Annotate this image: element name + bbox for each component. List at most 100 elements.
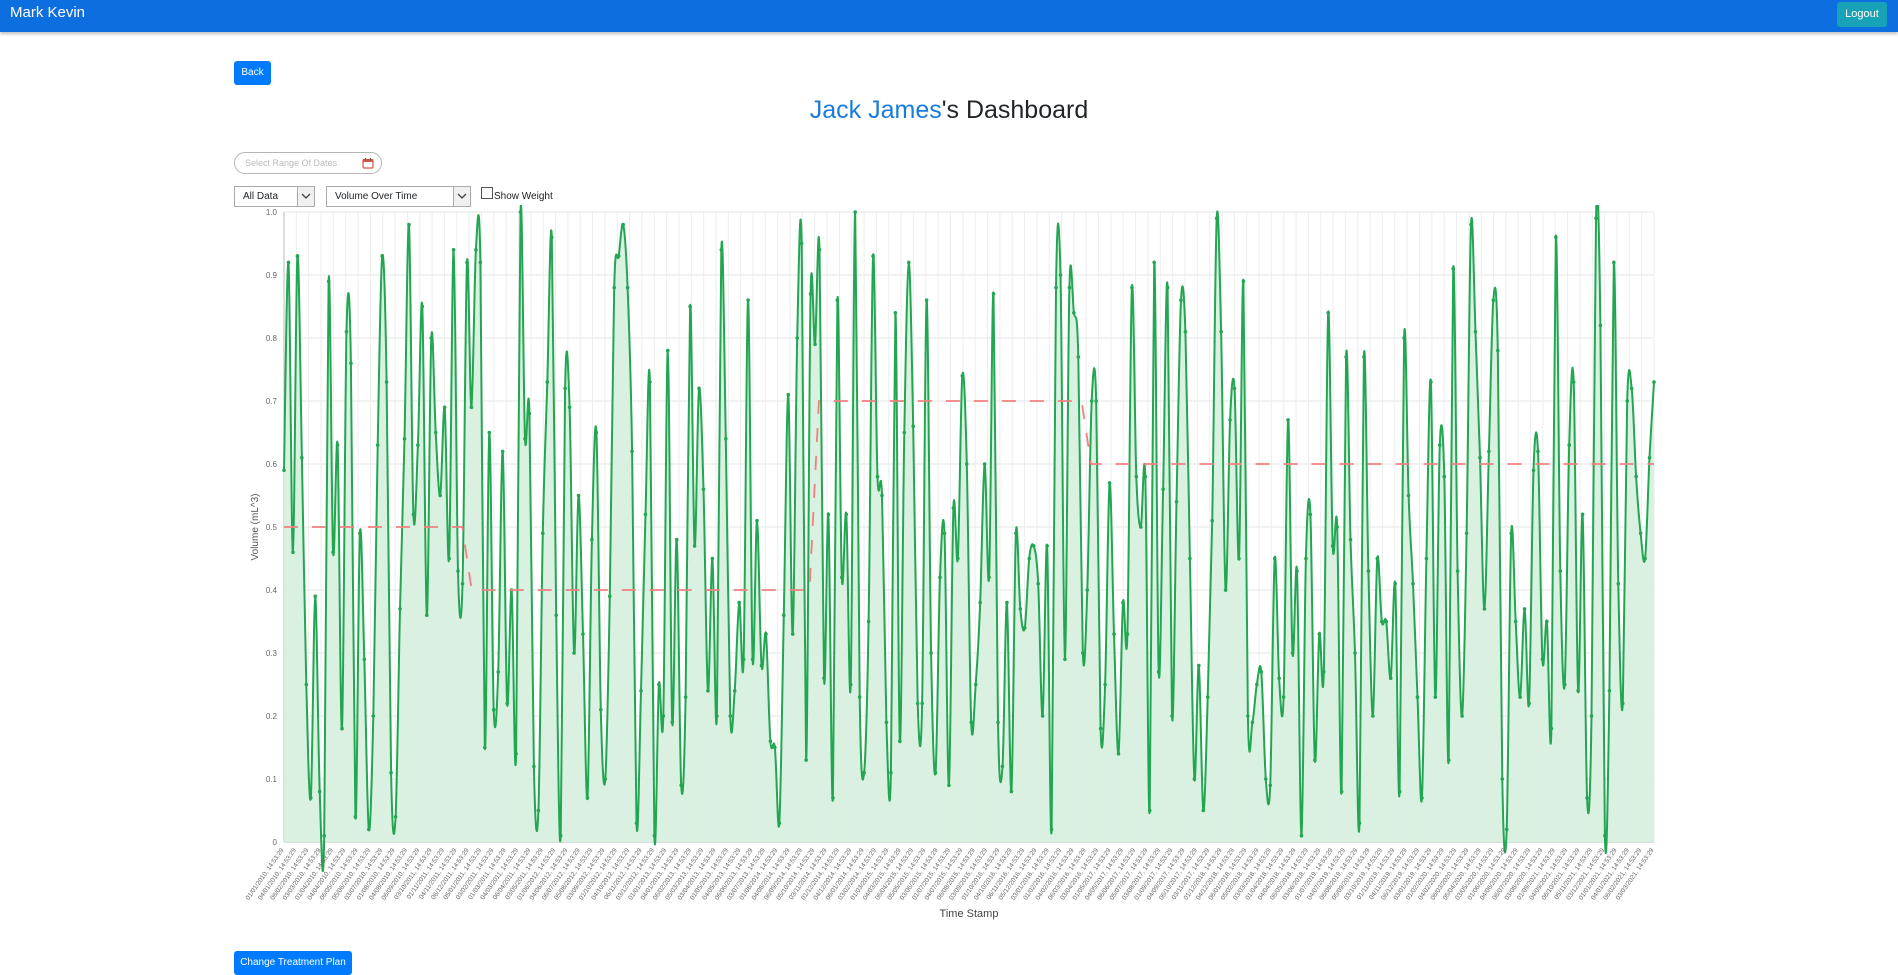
data-point xyxy=(1607,689,1612,693)
data-point xyxy=(291,550,295,554)
data-point xyxy=(1201,808,1206,813)
data-point xyxy=(1085,588,1090,592)
data-point xyxy=(648,380,652,384)
calendar-icon[interactable] xyxy=(362,157,374,169)
data-point xyxy=(777,821,782,825)
show-weight-checkbox[interactable] xyxy=(481,187,493,199)
data-point xyxy=(759,663,764,668)
data-point xyxy=(906,260,911,265)
data-point xyxy=(1313,758,1317,762)
data-point xyxy=(1223,588,1228,592)
data-point xyxy=(505,701,509,706)
data-point xyxy=(447,556,451,561)
date-range-picker[interactable] xyxy=(234,152,382,174)
chevron-down-icon[interactable] xyxy=(453,187,470,206)
data-point xyxy=(1509,531,1513,536)
data-point xyxy=(960,374,965,378)
data-point xyxy=(969,720,974,725)
data-point xyxy=(679,783,683,788)
data-point xyxy=(639,689,643,693)
y-axis: 0 0.1 0.2 0.3 0.4 0.5 0.6 0.7 0.8 0.9 1.0 xyxy=(266,208,278,847)
show-weight-label[interactable]: Show Weight xyxy=(494,191,553,202)
data-point xyxy=(755,518,759,523)
data-point xyxy=(866,619,871,624)
data-point xyxy=(835,298,840,302)
data-point xyxy=(407,222,411,227)
data-point xyxy=(826,512,831,517)
y-axis-label: Volume (mL^3) xyxy=(250,494,261,561)
data-point xyxy=(831,796,835,800)
data-point xyxy=(782,613,786,617)
data-point xyxy=(1348,537,1353,542)
data-point xyxy=(527,411,532,416)
data-point xyxy=(1299,833,1304,838)
date-range-input[interactable] xyxy=(245,156,355,170)
data-point xyxy=(1192,777,1197,781)
data-point xyxy=(857,695,862,699)
data-point xyxy=(987,575,991,580)
data-point xyxy=(621,222,625,227)
data-point xyxy=(572,651,576,655)
data-point xyxy=(1321,670,1326,674)
data-range-select[interactable]: All Data xyxy=(234,186,315,207)
data-point xyxy=(474,248,478,252)
data-point xyxy=(1415,695,1420,699)
data-point xyxy=(581,632,585,636)
data-point xyxy=(1054,285,1058,290)
back-button[interactable]: Back xyxy=(234,61,271,85)
data-point xyxy=(514,752,518,756)
data-point xyxy=(1125,632,1130,636)
data-point xyxy=(411,512,416,517)
data-point xyxy=(496,670,501,674)
data-point xyxy=(764,632,768,636)
data-point xyxy=(500,449,505,454)
data-point xyxy=(1500,777,1505,781)
data-point xyxy=(599,707,603,712)
data-point xyxy=(425,613,429,617)
chevron-down-icon[interactable] xyxy=(297,187,314,206)
data-point xyxy=(1259,670,1264,674)
data-point xyxy=(1134,474,1139,479)
data-point xyxy=(1049,827,1054,832)
data-point xyxy=(1214,216,1219,221)
data-point xyxy=(326,279,331,284)
data-point xyxy=(590,537,594,542)
data-point xyxy=(295,254,300,258)
data-point xyxy=(358,531,362,536)
data-point xyxy=(1571,380,1576,384)
data-point xyxy=(1058,273,1063,277)
data-point xyxy=(1496,348,1500,353)
data-point xyxy=(790,632,795,636)
data-point xyxy=(1197,663,1201,668)
data-point xyxy=(554,613,559,617)
data-point xyxy=(384,380,389,384)
data-point xyxy=(924,298,929,302)
data-point xyxy=(692,544,697,548)
data-point xyxy=(282,468,286,473)
data-point xyxy=(308,796,313,800)
data-point xyxy=(1388,676,1393,680)
patient-name[interactable]: Jack James xyxy=(810,96,942,124)
data-point xyxy=(366,827,371,832)
logout-button[interactable]: Logout xyxy=(1837,2,1887,27)
data-point xyxy=(1112,632,1116,636)
data-point xyxy=(1228,418,1232,422)
data-point xyxy=(996,720,1000,725)
data-point xyxy=(1478,455,1482,460)
change-treatment-plan-button[interactable]: Change Treatment Plan xyxy=(234,951,352,975)
data-point xyxy=(1638,531,1643,536)
data-point xyxy=(1629,386,1634,391)
data-point xyxy=(1460,714,1464,718)
data-point xyxy=(1406,493,1411,498)
data-point xyxy=(362,657,367,662)
data-point xyxy=(1357,821,1362,825)
data-point xyxy=(1554,235,1558,239)
data-point xyxy=(1379,619,1384,624)
data-point xyxy=(1634,474,1638,479)
brand-name[interactable]: Mark Kevin xyxy=(10,4,85,21)
data-point xyxy=(286,260,291,265)
y-tick-label: 0.2 xyxy=(266,712,278,721)
y-tick-label: 0.9 xyxy=(266,271,278,280)
metric-select[interactable]: Volume Over Time xyxy=(326,186,471,207)
data-point xyxy=(1625,399,1630,403)
